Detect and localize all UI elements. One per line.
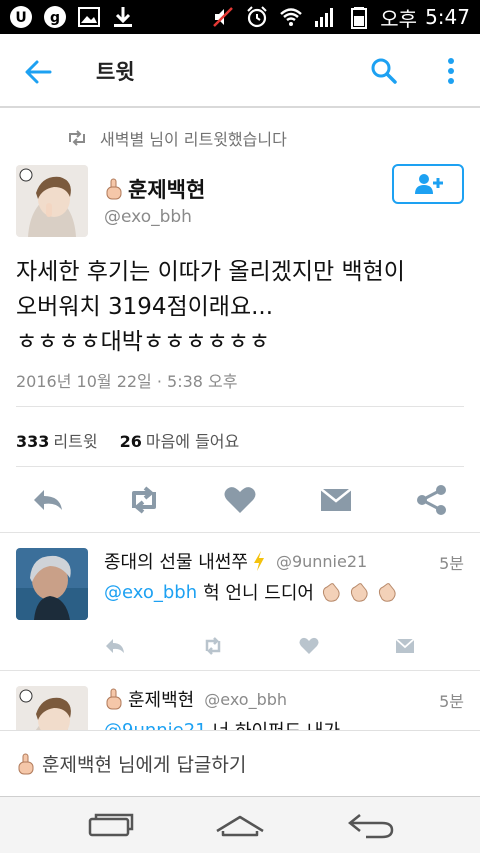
avatar[interactable] [16,548,88,620]
main-tweet-handle: @exo_bbh [104,207,192,227]
recent-apps-icon[interactable] [84,809,138,841]
mute-icon [210,4,236,30]
reply-author[interactable]: 종대의 선물 내썬쭈 @9unnie21 [104,548,367,574]
download-icon [110,4,136,30]
reply-time: 5분 [439,554,464,573]
more-options-icon[interactable] [442,56,460,86]
alarm-icon [244,4,270,30]
clapping-hands-icon [378,583,396,602]
tweet-timestamp: 2016년 10월 22일 · 5:38 오후 [16,372,238,391]
clapping-hands-icon [322,583,340,602]
reply-item[interactable]: 종대의 선물 내썬쭈 @9unnie21 5분 @exo_bbh 헉 언니 드디… [0,532,480,672]
tweet-stats: 333 리트윗 26 마음에 들어요 [16,428,239,452]
u-plus-icon: U [8,4,34,30]
tweet-text-line: 자세한 후기는 이따가 올리겠지만 백현이 [16,259,405,285]
direct-message-icon[interactable] [394,636,416,656]
wifi-icon [278,4,304,30]
like-icon[interactable] [222,484,258,516]
system-nav-bar [0,796,480,853]
reply-icon[interactable] [30,484,66,516]
divider [16,466,464,467]
reply-handle: @exo_bbh [204,689,288,709]
reply-body-text: 너 하이퍼드 내가 [213,717,340,730]
g-app-icon: g [42,4,68,30]
tweet-text-line: 오버워치 3194점이래요... [16,294,274,320]
retweet-small-icon [69,130,85,146]
back-icon[interactable] [342,809,396,841]
svg-text:U: U [15,10,26,26]
reply-input-placeholder[interactable]: 훈제백현 님에게 답글하기 [42,750,246,777]
reply-mention[interactable]: @exo_bbh [104,582,197,603]
direct-message-icon[interactable] [318,484,354,516]
share-icon[interactable] [414,484,450,516]
pointing-hand-icon [106,178,122,200]
reply-author[interactable]: 훈제백현 @exo_bbh [104,686,287,712]
reply-actions [104,636,424,660]
retweet-notice-text: 새벽별 님이 리트윗했습니다 [100,130,287,149]
reply-item[interactable]: 훈제백현 @exo_bbh 5분 @9unnie21 너 하이퍼드 내가 [0,670,480,730]
signal-icon [312,4,338,30]
follow-button[interactable] [392,164,464,204]
svg-text:g: g [50,10,60,26]
reply-composer[interactable]: 훈제백현 님에게 답글하기 [0,730,480,796]
pointing-hand-icon [18,753,34,774]
reply-display-name: 종대의 선물 내썬쭈 [104,552,248,573]
status-bar: U g 오후 5:47 [0,0,480,34]
reply-text: @9unnie21 너 하이퍼드 내가 [104,717,340,731]
main-tweet-text: 자세한 후기는 이따가 올리겠지만 백현이 오버워치 3194점이래요... ㅎ… [16,255,472,360]
app-bar: 트윗 [0,34,480,108]
battery-icon [346,4,372,30]
search-icon[interactable] [370,57,398,85]
like-icon[interactable] [298,636,320,656]
status-time: 5:47 [425,5,470,29]
avatar[interactable] [16,686,88,730]
avatar[interactable] [16,165,88,237]
like-stat[interactable]: 26 마음에 들어요 [120,428,240,452]
reply-text: @exo_bbh 헉 언니 드디어 [104,579,398,605]
retweet-icon[interactable] [126,484,162,516]
reply-icon[interactable] [104,636,126,656]
tweet-text-line: ㅎㅎㅎㅎ대박ㅎㅎㅎㅎㅎㅎ [16,329,270,355]
home-icon[interactable] [213,809,267,841]
retweet-icon[interactable] [202,636,224,656]
status-carrier-label: 오후 [380,6,418,31]
retweet-notice: 새벽별 님이 리트윗했습니다 [66,126,287,150]
tweet-detail: 새벽별 님이 리트윗했습니다 훈제백현 @exo_bbh 자세한 후기는 이따가… [0,108,480,730]
main-tweet-display-name: 훈제백현 [128,178,206,202]
lightning-icon [253,551,264,571]
page-title: 트윗 [96,60,135,84]
reply-time: 5분 [439,692,464,711]
retweet-stat[interactable]: 333 리트윗 [16,428,98,452]
main-tweet-author[interactable]: 훈제백현 [104,174,205,204]
back-arrow-icon[interactable] [24,58,52,86]
reply-mention[interactable]: @9unnie21 [104,720,207,731]
reply-body-text: 헉 언니 드디어 [203,583,314,604]
follow-user-icon [415,174,443,194]
reply-display-name: 훈제백현 [128,690,195,711]
tweet-actions [0,480,480,520]
pointing-hand-icon [106,688,122,710]
gallery-icon [76,4,102,30]
reply-handle: @9unnie21 [275,551,368,571]
clapping-hands-icon [350,583,368,602]
divider [16,406,464,407]
